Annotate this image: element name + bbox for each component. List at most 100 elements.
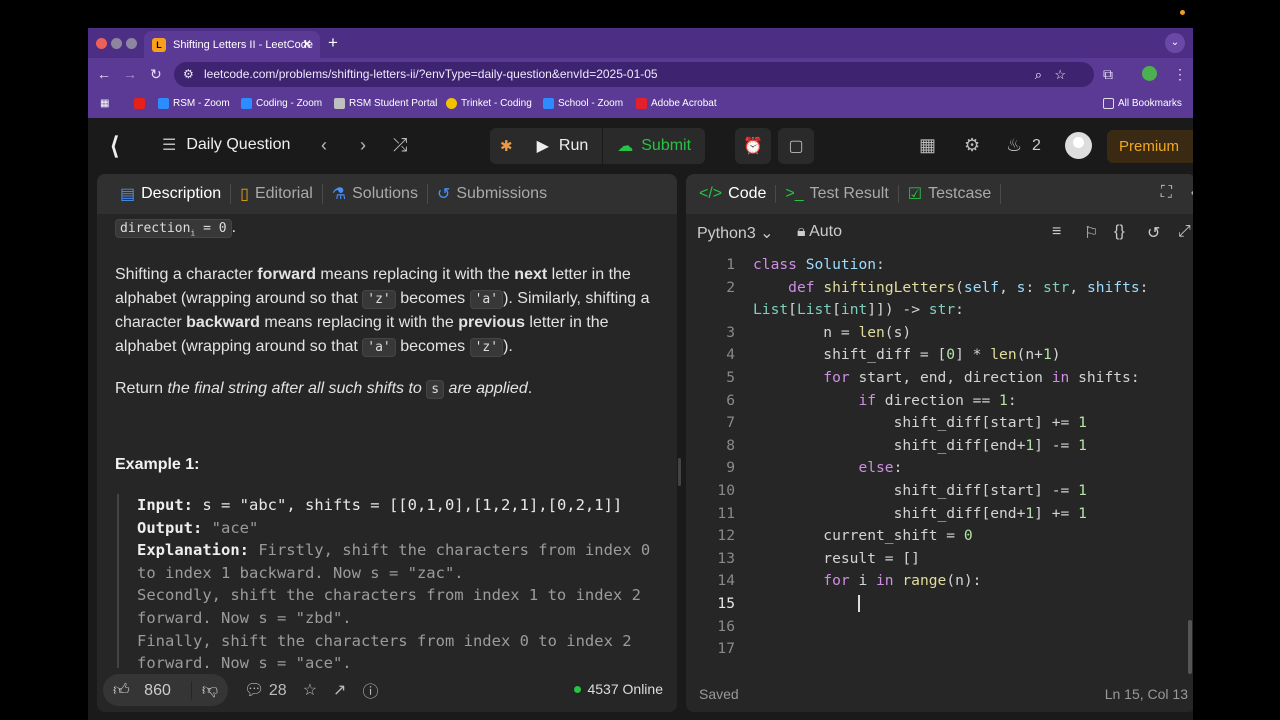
prev-question-icon[interactable]: ‹ — [321, 135, 327, 156]
code-line: if direction == 1: — [858, 391, 1017, 409]
line-number: 12 — [717, 527, 735, 545]
lock-icon: 🔒︎ — [797, 223, 806, 240]
tab-close-icon[interactable]: ✕ — [302, 37, 312, 51]
layout-icon[interactable]: ▦ — [919, 135, 936, 156]
line-number: 2 — [726, 278, 735, 296]
profile-icon[interactable] — [1142, 66, 1157, 81]
code-panel: </>Code >_Test Result ☑Testcase ⛶ ‹ Pyth… — [686, 174, 1193, 712]
bookmark-star-icon[interactable]: ☆ — [1054, 62, 1066, 87]
debug-icon[interactable]: ✱ — [490, 137, 523, 155]
browser-menu-icon[interactable]: ⋮ — [1173, 66, 1187, 83]
tab-strip: L Shifting Letters II - LeetCode ✕ + ⌄ — [88, 28, 1193, 58]
run-button[interactable]: ▶ Run — [523, 136, 603, 156]
apps-grid-icon[interactable]: ▦ — [100, 98, 109, 109]
auto-mode[interactable]: 🔒︎ Auto — [797, 223, 842, 241]
line-number: 16 — [717, 617, 735, 635]
daily-question-nav[interactable]: ☰ Daily Question — [162, 135, 290, 155]
example-block: Input: s = "abc", shifts = [[0,1,0],[1,2… — [117, 494, 662, 669]
close-window-button[interactable] — [96, 38, 107, 49]
extensions-icon[interactable]: ⧉ — [1103, 66, 1113, 83]
settings-gear-icon[interactable]: ⚙ — [964, 135, 980, 156]
editor-status-bar: Saved Ln 15, Col 13 — [686, 678, 1193, 712]
site-settings-icon[interactable]: ⚙ — [183, 62, 194, 87]
bookmark-item[interactable]: RSM Student Portal — [334, 98, 437, 109]
leetcode-logo-icon[interactable]: ⟨ — [110, 132, 119, 161]
line-number: 13 — [717, 549, 735, 567]
code-line: shift_diff[start] += 1 — [753, 414, 1087, 432]
reload-icon[interactable]: ↻ — [150, 66, 162, 83]
line-number: 3 — [726, 323, 735, 341]
line-number: 10 — [717, 482, 735, 499]
panel-resize-handle[interactable] — [678, 458, 681, 486]
bookmark-youtube[interactable] — [134, 98, 145, 109]
cloud-upload-icon: ☁ — [617, 138, 634, 155]
minimize-window-button[interactable] — [111, 38, 122, 49]
collapse-icon[interactable]: ‹ — [1191, 184, 1193, 202]
history-icon: ↺ — [436, 186, 451, 203]
timer-button[interactable]: ⏰ — [735, 128, 771, 164]
code-line: shift_diff = [0] * len(n+1) — [753, 346, 1061, 364]
all-bookmarks[interactable]: All Bookmarks — [1103, 98, 1182, 109]
code-line: def shiftingLetters(self, s: str, shifts… — [788, 278, 1149, 296]
notes-button[interactable]: ▢ — [778, 128, 814, 164]
next-question-icon[interactable]: › — [360, 135, 366, 156]
line-number: 9 — [726, 459, 735, 477]
line-number: 5 — [726, 369, 735, 386]
code-line: shift_diff[end+1] += 1 — [753, 504, 1087, 522]
reset-icon[interactable]: ↺ — [1147, 223, 1160, 243]
example-title: Example 1: — [115, 456, 200, 473]
format-icon[interactable]: ≡ — [1052, 223, 1061, 241]
code-line-wrap: List[List[int]]) -> str: — [753, 301, 964, 319]
maximize-icon[interactable]: ⛶ — [1161, 184, 1172, 202]
bookmark-item[interactable]: Adobe Acrobat — [636, 98, 717, 109]
tab-code[interactable]: </> Code — [690, 185, 777, 203]
avatar[interactable] — [1065, 132, 1092, 159]
code-editor[interactable]: 1 2 3 4 5 6 7 8 9 10 11 12 13 14 15 16 1… — [686, 256, 1193, 674]
code-line: shift_diff[end+1] -= 1 — [753, 436, 1087, 454]
tab-submissions[interactable]: ↺ Submissions — [428, 184, 556, 204]
favorite-star-icon[interactable]: ☆ — [303, 680, 317, 700]
share-icon[interactable]: ↗ — [333, 680, 346, 700]
code-line: current_shift = 0 — [753, 527, 973, 545]
bookmark-item[interactable]: Trinket - Coding — [446, 98, 532, 109]
dislike-button[interactable]: 👎︎ — [190, 680, 228, 700]
streak-flame-icon[interactable]: ♨ — [1006, 135, 1022, 156]
code-line: for start, end, direction in shifts: — [823, 369, 1140, 386]
code-line: result = [] — [753, 549, 920, 567]
tab-search-button[interactable]: ⌄ — [1165, 33, 1185, 53]
tab-solutions[interactable]: ⚗ Solutions — [323, 184, 428, 204]
maximize-window-button[interactable] — [126, 38, 137, 49]
browser-window: L Shifting Letters II - LeetCode ✕ + ⌄ ←… — [88, 28, 1193, 720]
bookmark-item[interactable]: RSM - Zoom — [158, 98, 230, 109]
browser-tab[interactable]: L Shifting Letters II - LeetCode ✕ — [144, 31, 320, 58]
tab-test-result[interactable]: >_ Test Result — [776, 185, 899, 203]
new-tab-button[interactable]: + — [328, 33, 338, 53]
comments-button[interactable]: 💬︎ 28 — [244, 680, 287, 700]
forward-arrow-icon[interactable]: → — [123, 66, 137, 82]
tab-description[interactable]: ▤ Description — [111, 184, 232, 204]
zoom-icon[interactable]: ⌕ — [1035, 62, 1042, 87]
back-arrow-icon[interactable]: ← — [97, 66, 111, 82]
premium-button[interactable]: Premium — [1107, 130, 1193, 163]
bookmark-icon[interactable]: ⚐ — [1084, 223, 1098, 243]
paragraph-shift-definition: Shifting a character forward means repla… — [115, 266, 650, 357]
note-icon: ▢ — [788, 138, 804, 155]
url-field[interactable]: ⚙ leetcode.com/problems/shifting-letters… — [174, 62, 1094, 87]
editor-scrollbar[interactable] — [1188, 620, 1192, 674]
daily-question-label: Daily Question — [186, 136, 291, 153]
bookmark-item[interactable]: School - Zoom — [543, 98, 623, 109]
paragraph-return: Return the final string after all such s… — [115, 380, 533, 400]
constraint-line: directioni = 0. — [115, 216, 660, 245]
shuffle-icon[interactable]: ⤮ — [393, 135, 407, 156]
tab-testcase[interactable]: ☑ Testcase — [899, 184, 1002, 204]
submit-button[interactable]: ☁ Submit — [602, 128, 705, 164]
language-select[interactable]: Python3 ⌄ — [697, 223, 774, 243]
like-button[interactable]: 👍︎ 860 — [103, 681, 191, 700]
tab-editorial[interactable]: ▯ Editorial — [231, 184, 323, 204]
like-dislike-pill: 👍︎ 860 👎︎ — [103, 674, 229, 706]
fullscreen-icon[interactable]: ⤢ — [1178, 223, 1191, 241]
bookmark-item[interactable]: Coding - Zoom — [241, 98, 322, 109]
braces-icon[interactable]: {} — [1114, 223, 1125, 241]
help-icon[interactable]: ⓘ — [362, 678, 378, 702]
code-line: n = len(s) — [753, 323, 912, 341]
